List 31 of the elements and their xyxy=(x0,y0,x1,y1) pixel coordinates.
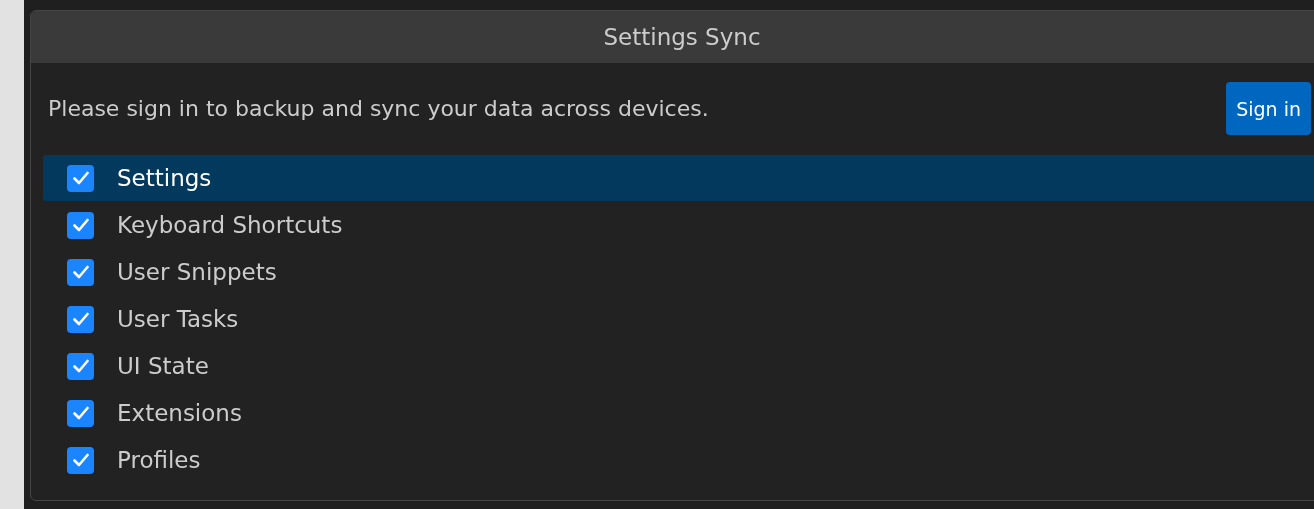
sign-in-button[interactable]: Sign in xyxy=(1226,82,1311,135)
option-label: User Snippets xyxy=(117,259,277,285)
checkbox[interactable] xyxy=(67,352,94,380)
option-row[interactable]: Extensions xyxy=(43,390,1314,436)
option-label: Extensions xyxy=(117,400,242,426)
checkmark-icon xyxy=(72,312,89,326)
checkbox[interactable] xyxy=(67,211,94,239)
option-label: Keyboard Shortcuts xyxy=(117,212,343,238)
checkbox[interactable] xyxy=(67,164,94,192)
checkmark-icon xyxy=(72,265,89,279)
checkbox[interactable] xyxy=(67,305,94,333)
option-row[interactable]: User Tasks xyxy=(43,296,1314,342)
option-label: Profiles xyxy=(117,447,201,473)
option-row[interactable]: User Snippets xyxy=(43,249,1314,295)
option-label: User Tasks xyxy=(117,306,239,332)
option-row[interactable]: Keyboard Shortcuts xyxy=(43,202,1314,248)
option-row[interactable]: Profiles xyxy=(43,437,1314,483)
dialog-title: Settings Sync xyxy=(31,11,1314,63)
option-label: UI State xyxy=(117,353,209,379)
checkmark-icon xyxy=(72,218,89,232)
option-row[interactable]: UI State xyxy=(43,343,1314,389)
checkmark-icon xyxy=(72,453,89,467)
option-label: Settings xyxy=(117,165,212,191)
checkmark-icon xyxy=(72,406,89,420)
checkmark-icon xyxy=(72,359,89,373)
checkmark-icon xyxy=(72,171,89,185)
checkbox[interactable] xyxy=(67,446,94,474)
checkbox[interactable] xyxy=(67,399,94,427)
sign-in-message: Please sign in to backup and sync your data across devices. xyxy=(48,96,709,121)
checkbox[interactable] xyxy=(67,258,94,286)
option-row[interactable]: Settings xyxy=(43,155,1314,201)
